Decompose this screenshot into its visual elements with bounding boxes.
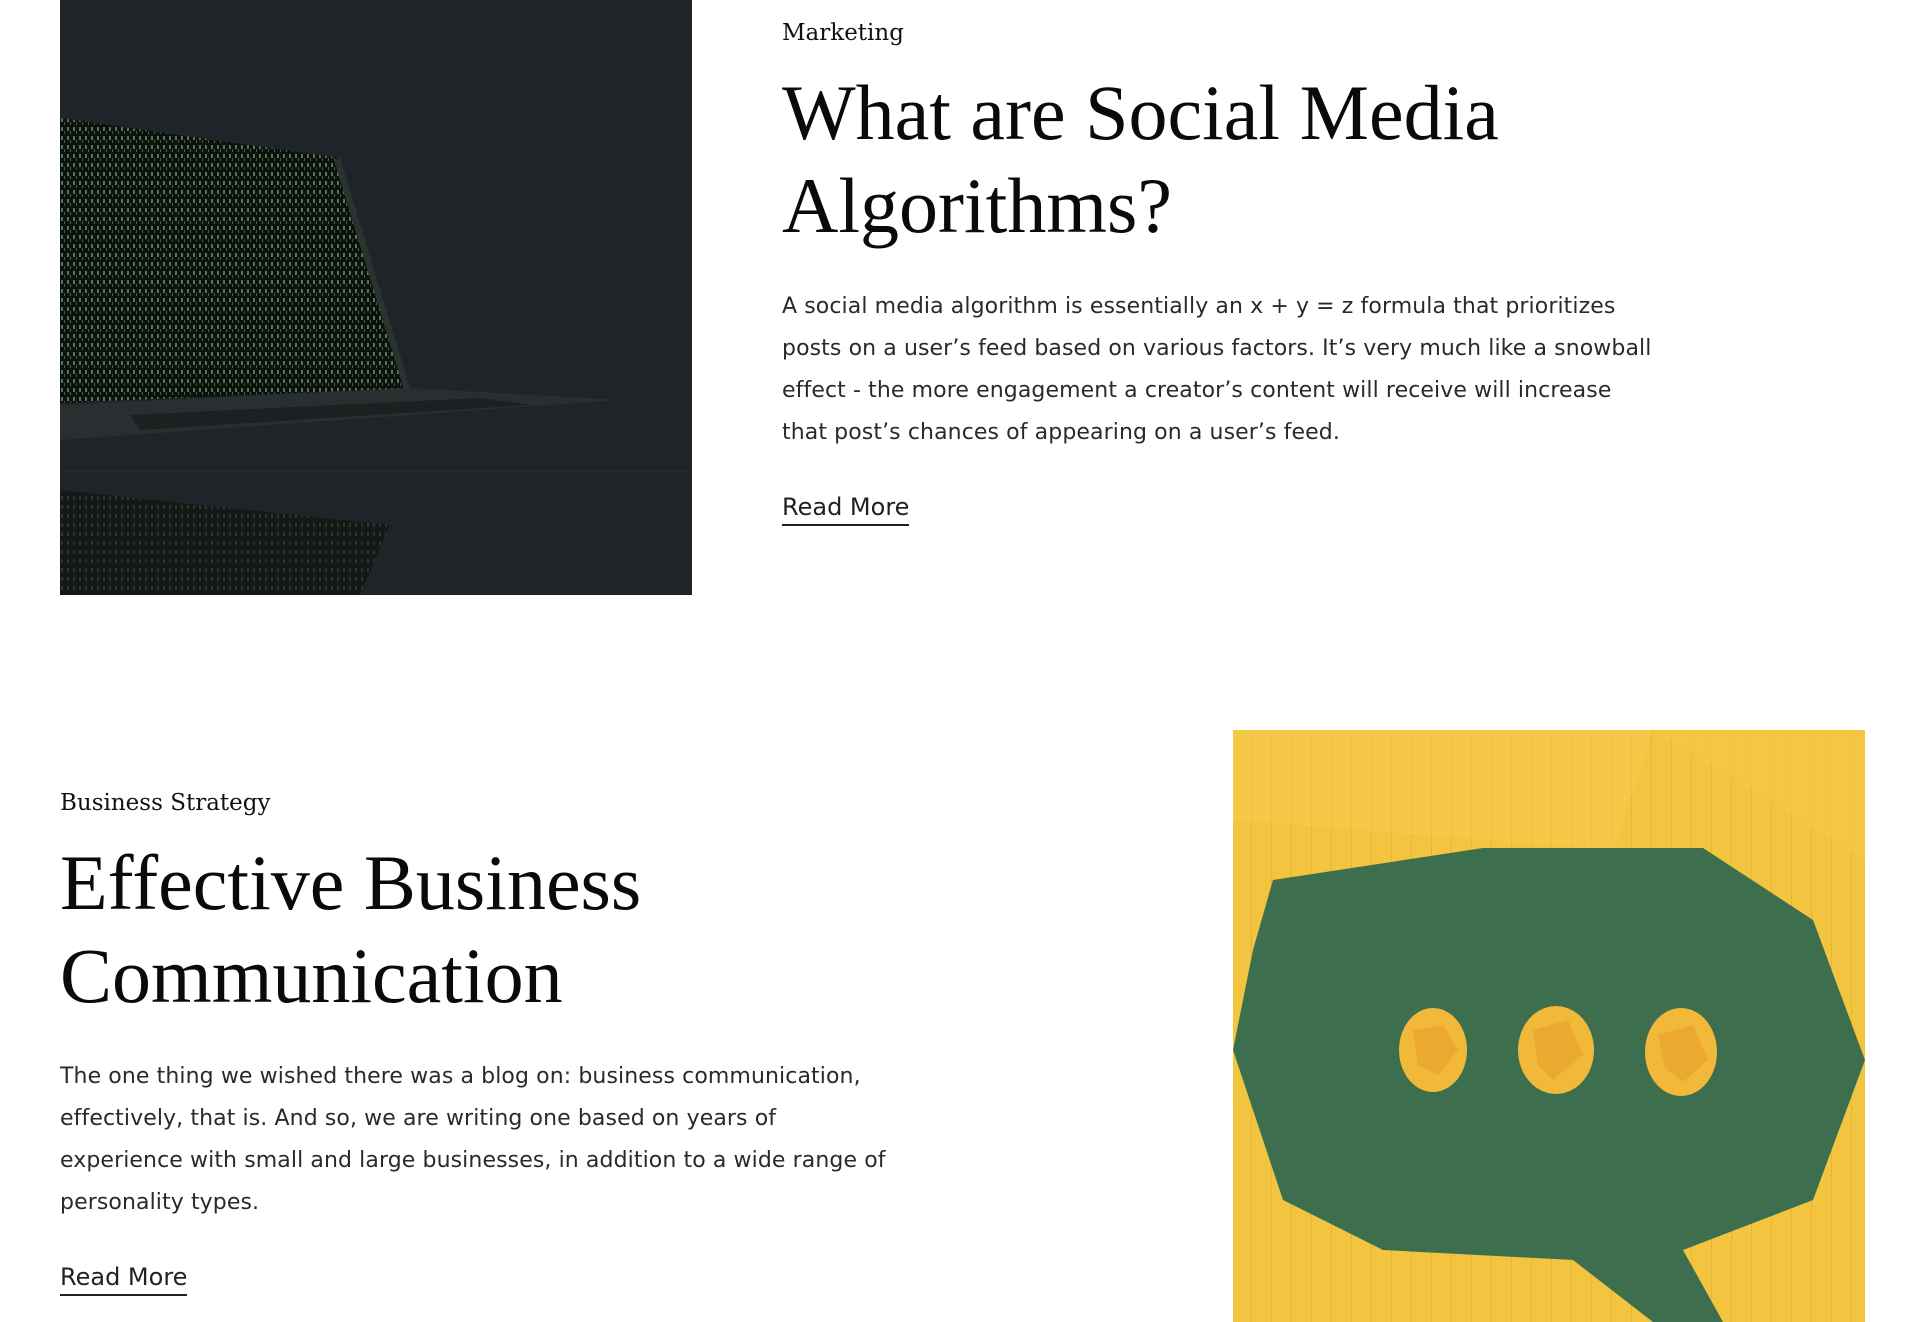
post-excerpt: A social media algorithm is essentially … xyxy=(782,294,1652,445)
read-more-link[interactable]: Read More xyxy=(60,1262,188,1296)
post-text: Marketing What are Social Media Algorith… xyxy=(782,16,1662,526)
blog-post-social-media-algorithms: Marketing What are Social Media Algorith… xyxy=(0,0,1914,595)
post-text: Business Strategy Effective Business Com… xyxy=(60,786,900,1296)
post-category[interactable]: Marketing xyxy=(782,16,1662,50)
read-more-link[interactable]: Read More xyxy=(782,492,910,526)
post-title[interactable]: Effective Business Communication xyxy=(60,836,900,1022)
laptop-code-screen-image xyxy=(60,0,692,595)
post-excerpt: The one thing we wished there was a blog… xyxy=(60,1064,886,1215)
post-category[interactable]: Business Strategy xyxy=(60,786,900,820)
post-image-laptop[interactable] xyxy=(60,0,692,595)
post-image-speech-bubble[interactable] xyxy=(1233,730,1865,1322)
speech-bubble-paper-balls-image xyxy=(1233,730,1865,1322)
blog-post-business-communication: Business Strategy Effective Business Com… xyxy=(0,730,1914,1322)
post-title[interactable]: What are Social Media Algorithms? xyxy=(782,66,1662,252)
